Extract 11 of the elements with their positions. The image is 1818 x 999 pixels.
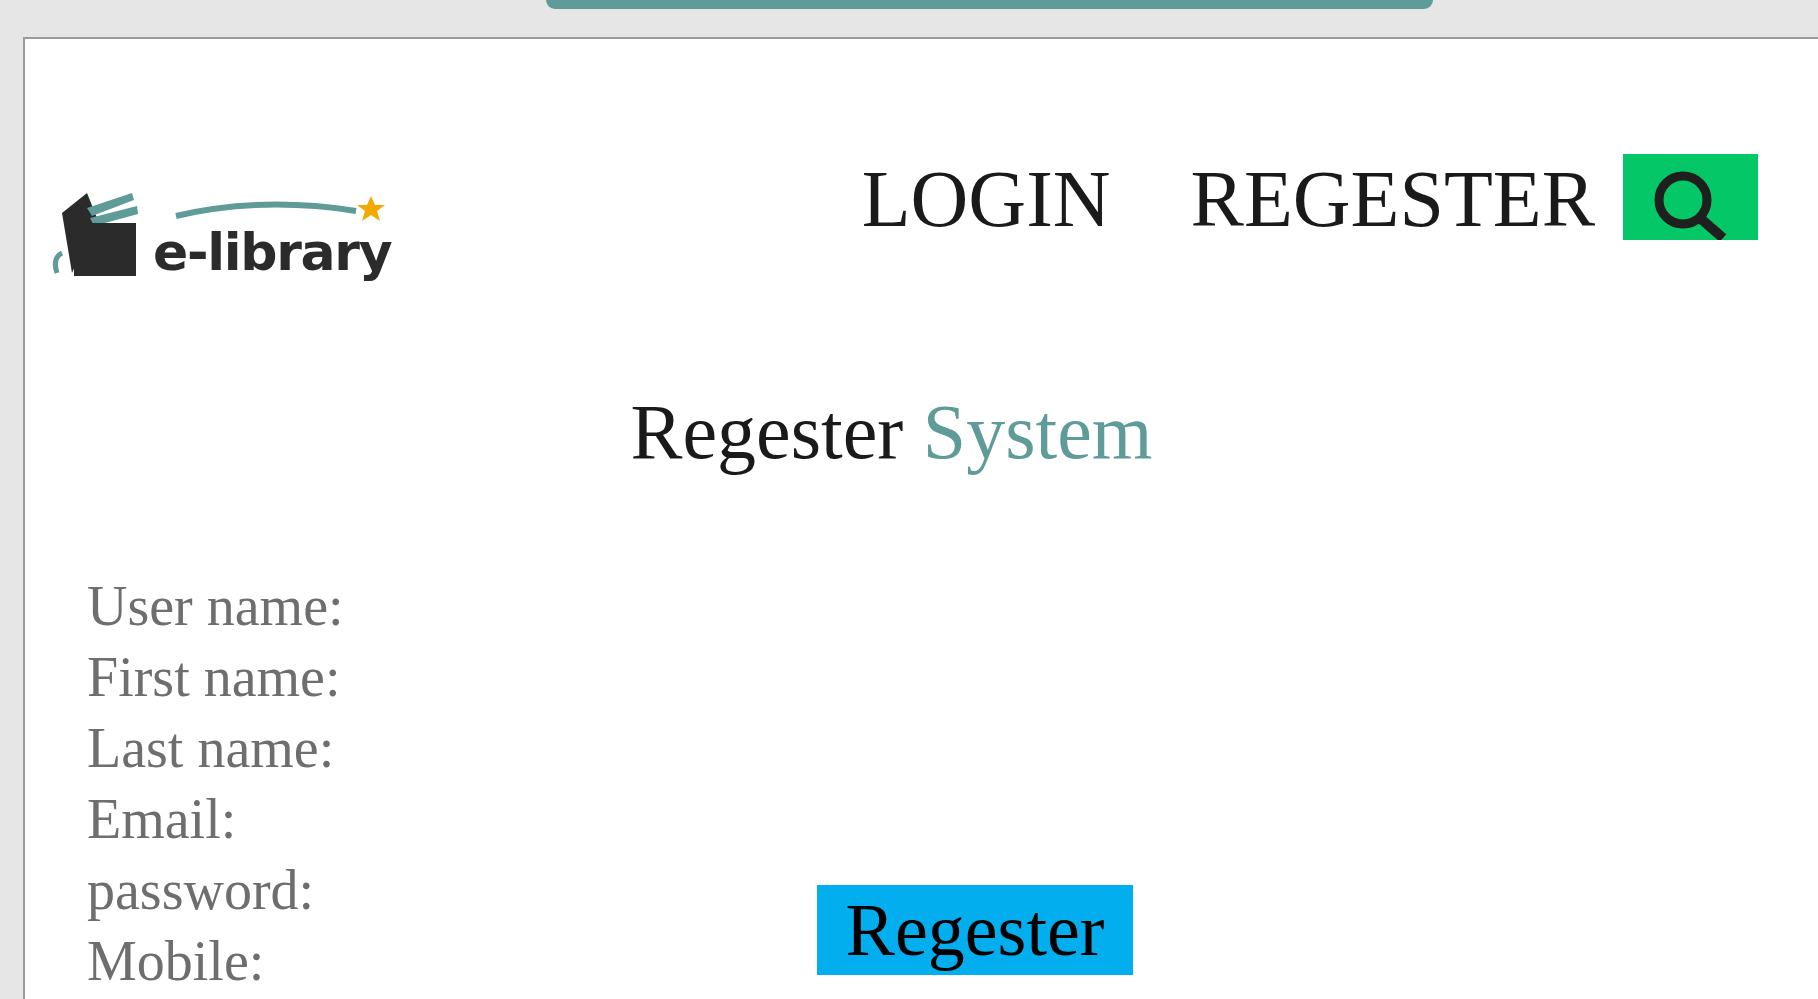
nav-link[interactable]: REGESTER [1190,159,1595,239]
register-button[interactable]: Regester [817,885,1133,975]
field-label: First name: [87,645,342,710]
search-icon [1652,170,1729,240]
field-label: password: [87,858,316,923]
field-label: Mobile: [87,929,266,994]
field-label: User name: [87,574,345,639]
field-label: Email: [87,787,238,852]
search-button[interactable] [1623,154,1758,240]
nav-link[interactable]: LOGIN [861,159,1111,239]
field-label: Last name: [87,716,336,781]
